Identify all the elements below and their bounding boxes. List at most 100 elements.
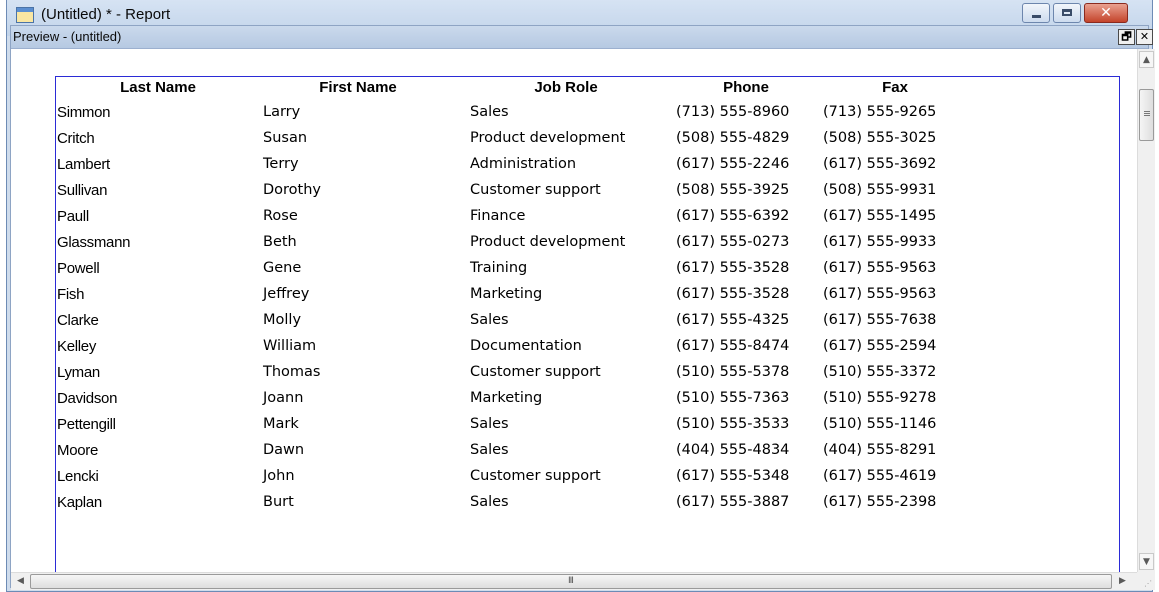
minimize-button[interactable] bbox=[1022, 3, 1050, 23]
cell-last-name: Critch bbox=[57, 130, 95, 147]
cell-phone: (617) 555-3887 bbox=[676, 494, 790, 510]
cell-first-name: Jeffrey bbox=[263, 286, 310, 302]
column-header-job-role: Job Role bbox=[534, 79, 598, 96]
scroll-down-button[interactable]: ▼ bbox=[1139, 553, 1154, 570]
cell-fax: (404) 555-8291 bbox=[823, 442, 937, 458]
cell-last-name: Paull bbox=[57, 208, 89, 225]
cell-first-name: Beth bbox=[263, 234, 297, 250]
cell-first-name: Dawn bbox=[263, 442, 305, 458]
report-row: Clarke Molly Sales (617) 555-4325 (617) … bbox=[56, 312, 1056, 338]
cell-first-name: Joann bbox=[263, 390, 304, 406]
resize-grip[interactable]: ⋰ bbox=[1137, 572, 1155, 590]
cell-job-role: Product development bbox=[470, 130, 626, 146]
report-row: Kaplan Burt Sales (617) 555-3887 (617) 5… bbox=[56, 494, 1056, 520]
scroll-right-button[interactable]: ▶ bbox=[1114, 573, 1131, 590]
child-restore-button[interactable]: 🗗 bbox=[1118, 29, 1135, 45]
vertical-scroll-thumb[interactable] bbox=[1139, 89, 1154, 141]
close-button[interactable]: ✕ bbox=[1084, 3, 1128, 23]
close-icon: ✕ bbox=[1100, 5, 1112, 21]
cell-fax: (508) 555-9931 bbox=[823, 182, 937, 198]
cell-first-name: Larry bbox=[263, 104, 301, 120]
child-close-button[interactable]: ✕ bbox=[1136, 29, 1153, 45]
report-row: Paull Rose Finance (617) 555-6392 (617) … bbox=[56, 208, 1056, 234]
cell-phone: (617) 555-5348 bbox=[676, 468, 790, 484]
cell-fax: (617) 555-4619 bbox=[823, 468, 937, 484]
cell-fax: (510) 555-1146 bbox=[823, 416, 937, 432]
cell-job-role: Sales bbox=[470, 104, 509, 120]
cell-last-name: Sullivan bbox=[57, 182, 108, 199]
cell-fax: (617) 555-9563 bbox=[823, 286, 937, 302]
maximize-button[interactable] bbox=[1053, 3, 1081, 23]
maximize-icon bbox=[1062, 9, 1072, 16]
cell-fax: (617) 555-9933 bbox=[823, 234, 937, 250]
preview-child-window: Preview - (untitled) 🗗 ✕ Last Name First… bbox=[10, 25, 1155, 590]
cell-phone: (404) 555-4834 bbox=[676, 442, 790, 458]
column-header-fax: Fax bbox=[882, 79, 908, 96]
window-title: (Untitled) * - Report bbox=[41, 6, 171, 23]
cell-job-role: Documentation bbox=[470, 338, 582, 354]
column-header-first-name: First Name bbox=[319, 79, 397, 96]
cell-fax: (617) 555-3692 bbox=[823, 156, 937, 172]
cell-job-role: Product development bbox=[470, 234, 626, 250]
cell-last-name: Lyman bbox=[57, 364, 100, 381]
report-row: Moore Dawn Sales (404) 555-4834 (404) 55… bbox=[56, 442, 1056, 468]
cell-job-role: Customer support bbox=[470, 468, 601, 484]
cell-phone: (617) 555-4325 bbox=[676, 312, 790, 328]
report-window: (Untitled) * - Report ✕ Preview - (untit… bbox=[6, 0, 1155, 592]
cell-fax: (617) 555-2594 bbox=[823, 338, 937, 354]
column-header-phone: Phone bbox=[723, 79, 769, 96]
minimize-icon bbox=[1032, 15, 1041, 18]
report-row: Lencki John Customer support (617) 555-5… bbox=[56, 468, 1056, 494]
horizontal-scrollbar[interactable]: ◀ III ▶ bbox=[11, 572, 1137, 590]
close-icon: ✕ bbox=[1139, 30, 1150, 43]
cell-job-role: Marketing bbox=[470, 286, 543, 302]
cell-phone: (508) 555-3925 bbox=[676, 182, 790, 198]
cell-job-role: Sales bbox=[470, 312, 509, 328]
cell-last-name: Fish bbox=[57, 286, 85, 303]
cell-phone: (510) 555-3533 bbox=[676, 416, 790, 432]
cell-phone: (617) 555-3528 bbox=[676, 286, 790, 302]
cell-first-name: Terry bbox=[263, 156, 299, 172]
cell-job-role: Sales bbox=[470, 494, 509, 510]
report-preview-area[interactable]: Last Name First Name Job Role Phone Fax … bbox=[11, 49, 1135, 572]
scroll-left-button[interactable]: ◀ bbox=[12, 573, 29, 590]
cell-first-name: John bbox=[263, 468, 295, 484]
horizontal-scroll-thumb[interactable]: III bbox=[30, 574, 1112, 589]
report-row: Lyman Thomas Customer support (510) 555-… bbox=[56, 364, 1056, 390]
column-header-last-name: Last Name bbox=[120, 79, 196, 96]
cell-job-role: Sales bbox=[470, 442, 509, 458]
cell-phone: (617) 555-8474 bbox=[676, 338, 790, 354]
report-row: Davidson Joann Marketing (510) 555-7363 … bbox=[56, 390, 1056, 416]
report-row: Pettengill Mark Sales (510) 555-3533 (51… bbox=[56, 416, 1056, 442]
cell-fax: (617) 555-1495 bbox=[823, 208, 937, 224]
child-window-title: Preview - (untitled) bbox=[13, 29, 122, 44]
report-row: Lambert Terry Administration (617) 555-2… bbox=[56, 156, 1056, 182]
vertical-scrollbar[interactable]: ▲ ▼ bbox=[1137, 49, 1155, 572]
cell-last-name: Glassmann bbox=[57, 234, 131, 251]
arrow-right-icon: ▶ bbox=[1119, 576, 1126, 586]
cell-job-role: Marketing bbox=[470, 390, 543, 406]
cell-fax: (510) 555-9278 bbox=[823, 390, 937, 406]
cell-job-role: Customer support bbox=[470, 364, 601, 380]
cell-first-name: Rose bbox=[263, 208, 298, 224]
cell-last-name: Powell bbox=[57, 260, 100, 277]
scroll-up-button[interactable]: ▲ bbox=[1139, 51, 1154, 68]
cell-phone: (508) 555-4829 bbox=[676, 130, 790, 146]
report-row: Powell Gene Training (617) 555-3528 (617… bbox=[56, 260, 1056, 286]
cell-last-name: Moore bbox=[57, 442, 99, 459]
app-icon[interactable] bbox=[16, 7, 34, 23]
cell-last-name: Simmon bbox=[57, 104, 111, 121]
cell-first-name: Susan bbox=[263, 130, 308, 146]
cell-fax: (510) 555-3372 bbox=[823, 364, 937, 380]
arrow-down-icon: ▼ bbox=[1143, 557, 1150, 567]
report-row: Kelley William Documentation (617) 555-8… bbox=[56, 338, 1056, 364]
cell-last-name: Lambert bbox=[57, 156, 110, 173]
report-row: Simmon Larry Sales (713) 555-8960 (713) … bbox=[56, 104, 1056, 130]
report-row: Fish Jeffrey Marketing (617) 555-3528 (6… bbox=[56, 286, 1056, 312]
child-title-bar[interactable]: Preview - (untitled) 🗗 ✕ bbox=[11, 26, 1153, 49]
grip-icon bbox=[1144, 111, 1150, 112]
arrow-up-icon: ▲ bbox=[1143, 55, 1150, 65]
arrow-left-icon: ◀ bbox=[17, 576, 24, 586]
cell-phone: (617) 555-6392 bbox=[676, 208, 790, 224]
cell-phone: (510) 555-5378 bbox=[676, 364, 790, 380]
